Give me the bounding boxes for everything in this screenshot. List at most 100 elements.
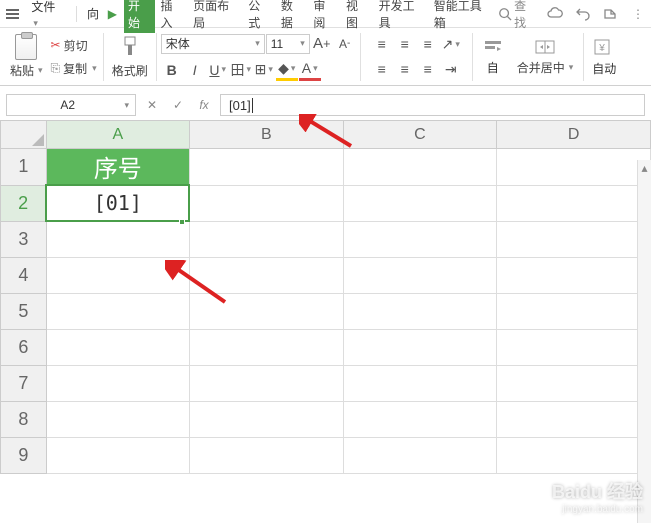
row-header-5[interactable]: 5 (1, 293, 47, 329)
font-color-button[interactable]: A▾ (299, 59, 321, 81)
cell-B3[interactable] (189, 221, 343, 257)
cell-D4[interactable] (497, 257, 651, 293)
row-header-6[interactable]: 6 (1, 329, 47, 365)
cancel-formula-button[interactable]: ✕ (142, 95, 162, 115)
cell-B6[interactable] (189, 329, 343, 365)
fill-color-button[interactable]: ◆▾ (276, 59, 298, 81)
indent-button[interactable]: ⇥ (440, 58, 462, 80)
cell-B1[interactable] (189, 149, 343, 186)
paste-button[interactable]: 粘贴▾ (10, 62, 43, 79)
cell-C6[interactable] (343, 329, 497, 365)
vertical-scrollbar[interactable]: ▴ (637, 160, 651, 523)
italic-button[interactable]: I (184, 59, 206, 81)
col-header-C[interactable]: C (343, 121, 497, 149)
border-button[interactable]: 田▾ (230, 59, 252, 81)
cell-B9[interactable] (189, 437, 343, 473)
cell-C9[interactable] (343, 437, 497, 473)
cell-C7[interactable] (343, 365, 497, 401)
cloud-icon[interactable] (547, 6, 563, 22)
tab-insert[interactable]: 插入 (157, 0, 188, 33)
cell-A7[interactable] (46, 365, 189, 401)
search-button[interactable]: 查找 (498, 0, 535, 31)
cell-A4[interactable] (46, 257, 189, 293)
cell-A3[interactable] (46, 221, 189, 257)
cut-button[interactable]: ✂剪切 (49, 36, 99, 55)
align-left-button[interactable]: ≡ (371, 58, 393, 80)
menu-icon[interactable] (6, 9, 19, 19)
row-header-7[interactable]: 7 (1, 365, 47, 401)
cell-C5[interactable] (343, 293, 497, 329)
select-all-corner[interactable] (1, 121, 47, 149)
orientation-button[interactable]: ↗▾ (440, 33, 462, 55)
cell-B4[interactable] (189, 257, 343, 293)
cell-D1[interactable] (497, 149, 651, 186)
col-header-A[interactable]: A (46, 121, 189, 149)
col-header-B[interactable]: B (189, 121, 343, 149)
cell-C4[interactable] (343, 257, 497, 293)
accept-formula-button[interactable]: ✓ (168, 95, 188, 115)
row-header-2[interactable]: 2 (1, 185, 47, 221)
align-bottom-button[interactable]: ≡ (417, 33, 439, 55)
row-header-8[interactable]: 8 (1, 401, 47, 437)
share-icon[interactable] (603, 6, 619, 22)
file-menu[interactable]: 文件▾ (23, 0, 68, 31)
row-header-3[interactable]: 3 (1, 221, 47, 257)
formula-input[interactable]: [01] (220, 94, 645, 116)
underline-button[interactable]: U▾ (207, 59, 229, 81)
font-family-select[interactable]: 宋体▾ (161, 34, 265, 54)
cell-B5[interactable] (189, 293, 343, 329)
tab-toolbox[interactable]: 智能工具箱 (430, 0, 494, 33)
cell-D2[interactable] (497, 185, 651, 221)
merge-center-button[interactable]: 合并居中▾ (511, 37, 580, 76)
auto-button[interactable]: ¥ 自动 (588, 37, 620, 77)
row-header-9[interactable]: 9 (1, 437, 47, 473)
cell-B2[interactable] (189, 185, 343, 221)
align-center-button[interactable]: ≡ (394, 58, 416, 80)
undo-icon[interactable] (575, 6, 591, 22)
increase-font-button[interactable]: A+ (311, 33, 333, 55)
tab-play-icon[interactable]: ▶ (105, 6, 120, 22)
fill-handle[interactable] (179, 219, 185, 225)
cell-D5[interactable] (497, 293, 651, 329)
tab-layout[interactable]: 页面布局 (189, 0, 242, 33)
align-top-button[interactable]: ≡ (371, 33, 393, 55)
name-box[interactable]: A2▾ (6, 94, 136, 116)
cell-A2[interactable]: [01] (46, 185, 189, 221)
tab-dev[interactable]: 开发工具 (375, 0, 428, 33)
row-header-4[interactable]: 4 (1, 257, 47, 293)
font-size-select[interactable]: 11▾ (266, 34, 310, 54)
cell-C2[interactable] (343, 185, 497, 221)
tab-data[interactable]: 数据 (277, 0, 308, 33)
tab-start[interactable]: 开始 (124, 0, 155, 33)
save-icon[interactable]: 向 (85, 6, 100, 22)
tab-view[interactable]: 视图 (342, 0, 373, 33)
fx-button[interactable]: fx (194, 95, 214, 115)
align-right-button[interactable]: ≡ (417, 58, 439, 80)
cell-A5[interactable] (46, 293, 189, 329)
cell-B7[interactable] (189, 365, 343, 401)
cell-A1[interactable]: 序号 (46, 149, 189, 186)
cell-D6[interactable] (497, 329, 651, 365)
cell-B8[interactable] (189, 401, 343, 437)
cell-D8[interactable] (497, 401, 651, 437)
format-painter-icon[interactable] (119, 34, 141, 60)
cell-A6[interactable] (46, 329, 189, 365)
cell-C8[interactable] (343, 401, 497, 437)
cell-C3[interactable] (343, 221, 497, 257)
tab-formula[interactable]: 公式 (244, 0, 275, 33)
cell-D9[interactable] (497, 437, 651, 473)
tab-review[interactable]: 审阅 (309, 0, 340, 33)
cell-D3[interactable] (497, 221, 651, 257)
decrease-font-button[interactable]: A- (334, 33, 356, 55)
col-header-D[interactable]: D (497, 121, 651, 149)
cell-C1[interactable] (343, 149, 497, 186)
cell-D7[interactable] (497, 365, 651, 401)
bold-button[interactable]: B (161, 59, 183, 81)
cell-A9[interactable] (46, 437, 189, 473)
more-icon[interactable]: ⋮ (631, 6, 645, 22)
wrap-text-button[interactable]: 自 (477, 37, 509, 76)
copy-button[interactable]: ⎘复制▾ (49, 59, 99, 78)
format-painter-button[interactable]: 格式刷 (112, 62, 148, 79)
scroll-up-button[interactable]: ▴ (638, 160, 651, 176)
paste-icon[interactable] (15, 34, 37, 60)
